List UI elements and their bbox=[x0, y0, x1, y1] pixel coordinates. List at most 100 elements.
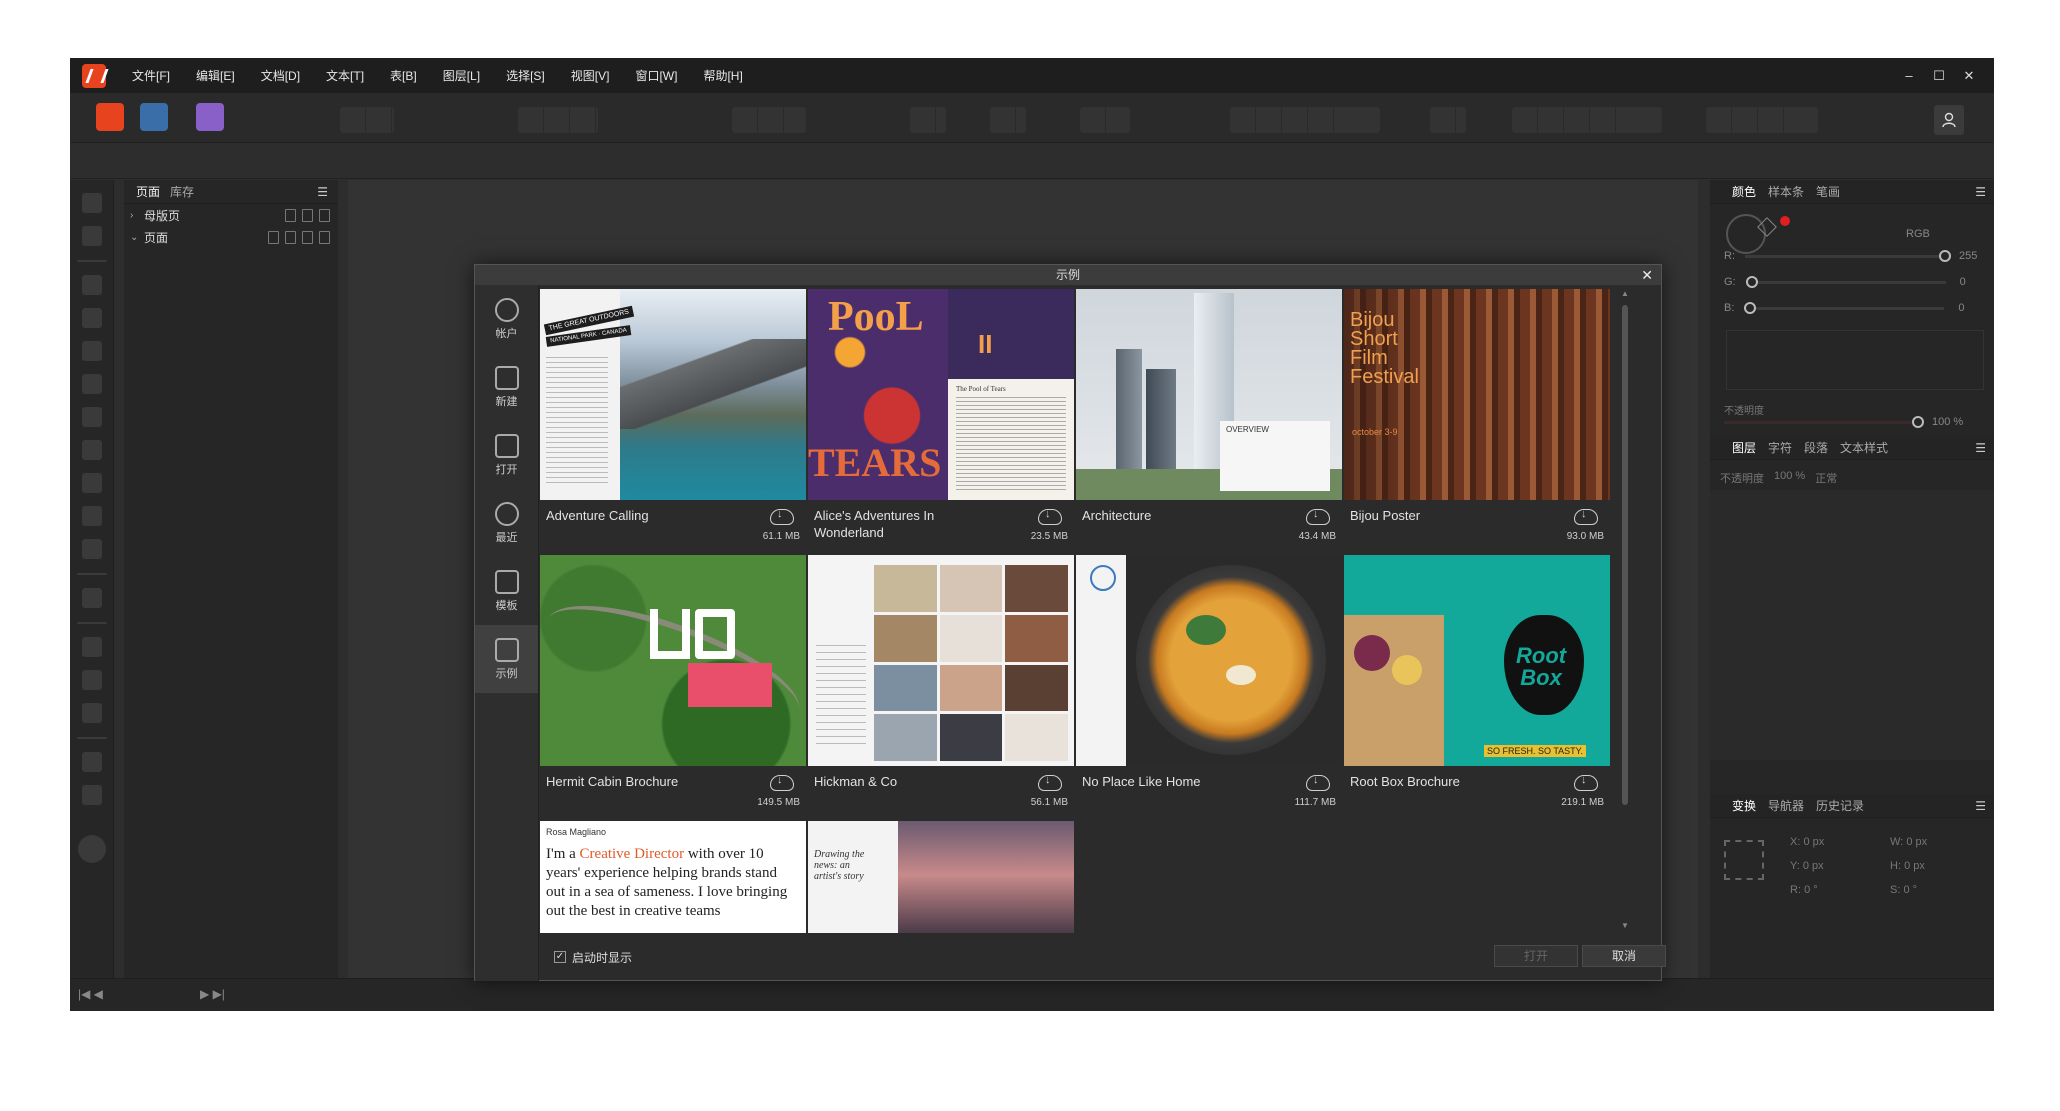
blue-slider[interactable]: B: 0 bbox=[1724, 300, 1965, 316]
tab-transform[interactable]: 变换 bbox=[1732, 797, 1756, 814]
duplicate-page-icon[interactable] bbox=[302, 208, 313, 222]
toolbar-group-1[interactable] bbox=[340, 107, 394, 133]
tab-layers[interactable]: 图层 bbox=[1732, 439, 1756, 456]
download-icon[interactable] bbox=[1038, 774, 1062, 791]
menu-text[interactable]: 文本[T] bbox=[326, 67, 364, 84]
frame-text-tool-icon[interactable] bbox=[81, 308, 102, 328]
download-icon[interactable] bbox=[1306, 774, 1330, 791]
panel-menu-icon[interactable]: ☰ bbox=[1975, 799, 1986, 813]
layers-list[interactable] bbox=[1710, 490, 1994, 760]
blend-mode-select[interactable]: 正常 bbox=[1815, 470, 1837, 486]
shear-field[interactable]: 0 ° bbox=[1903, 884, 1917, 896]
tab-color[interactable]: 颜色 bbox=[1732, 183, 1756, 200]
panel-menu-icon[interactable]: ☰ bbox=[1975, 441, 1986, 455]
tab-paragraph[interactable]: 段落 bbox=[1804, 439, 1828, 456]
fill-tool-icon[interactable] bbox=[81, 637, 102, 657]
download-icon[interactable] bbox=[1038, 508, 1062, 525]
menu-layer[interactable]: 图层[L] bbox=[443, 67, 480, 84]
sample-card-root-box[interactable]: Root Box SO FRESH. SO TASTY. Root Box Br… bbox=[1344, 555, 1610, 817]
sample-card-drawing-news[interactable]: Drawing the news: an artist's story bbox=[808, 821, 1074, 933]
pages-row[interactable]: ⌄ 页面 bbox=[124, 226, 338, 248]
chevron-down-icon[interactable]: ⌄ bbox=[130, 232, 144, 243]
toolbar-group-8[interactable] bbox=[1430, 107, 1466, 133]
maximize-button[interactable]: ☐ bbox=[1924, 68, 1954, 84]
menu-table[interactable]: 表[B] bbox=[390, 67, 417, 84]
blue-value[interactable]: 0 bbox=[1958, 302, 1964, 314]
download-icon[interactable] bbox=[1306, 508, 1330, 525]
node-tool-icon[interactable] bbox=[81, 226, 102, 246]
sidebar-item-recent[interactable]: 最近 bbox=[475, 489, 538, 557]
sample-card-alice[interactable]: PooL TEARS II The Pool of Tears Alice's … bbox=[808, 289, 1074, 551]
tab-character[interactable]: 字符 bbox=[1768, 439, 1792, 456]
tab-text-styles[interactable]: 文本样式 bbox=[1840, 439, 1888, 456]
table-tool-icon[interactable] bbox=[81, 275, 102, 295]
delete-page-icon[interactable] bbox=[319, 230, 330, 244]
menu-edit[interactable]: 编辑[E] bbox=[196, 67, 235, 84]
color-mode-select[interactable]: RGB bbox=[1906, 228, 1930, 240]
toolbar-group-10[interactable] bbox=[1706, 107, 1818, 133]
red-value[interactable]: 255 bbox=[1959, 250, 1977, 262]
tab-stroke[interactable]: 笔画 bbox=[1816, 183, 1840, 200]
pen-tool-icon[interactable] bbox=[81, 374, 102, 394]
place-image-tool-icon[interactable] bbox=[81, 539, 102, 559]
sidebar-item-samples[interactable]: 示例 bbox=[475, 625, 538, 693]
download-icon[interactable] bbox=[770, 774, 794, 791]
transparency-tool-icon[interactable] bbox=[81, 670, 102, 690]
toolbar-group-4[interactable] bbox=[910, 107, 946, 133]
sample-card-hermit-cabin[interactable]: Hermit Cabin Brochure 149.5 MB bbox=[540, 555, 806, 817]
download-icon[interactable] bbox=[1574, 774, 1598, 791]
menu-file[interactable]: 文件[F] bbox=[132, 67, 170, 84]
account-button[interactable] bbox=[1934, 105, 1964, 135]
duplicate-page-icon[interactable] bbox=[302, 230, 313, 244]
sample-card-bijou-poster[interactable]: Bijou Short Film Festival october 3-9 Bi… bbox=[1344, 289, 1610, 551]
delete-page-icon[interactable] bbox=[319, 208, 330, 222]
download-icon[interactable] bbox=[1574, 508, 1598, 525]
zoom-tool-icon[interactable] bbox=[81, 785, 102, 805]
opacity-slider[interactable]: 100 % bbox=[1724, 414, 1963, 430]
cancel-button[interactable]: 取消 bbox=[1582, 945, 1666, 967]
chevron-right-icon[interactable]: › bbox=[130, 210, 144, 221]
layer-opacity-select[interactable]: 100 % bbox=[1774, 470, 1805, 486]
hand-tool-icon[interactable] bbox=[81, 752, 102, 772]
scrollbar-thumb[interactable] bbox=[1622, 305, 1628, 805]
x-field[interactable]: 0 px bbox=[1803, 836, 1824, 848]
red-slider[interactable]: R: 255 bbox=[1724, 248, 1977, 264]
tab-navigator[interactable]: 导航器 bbox=[1768, 797, 1804, 814]
menu-select[interactable]: 选择[S] bbox=[506, 67, 545, 84]
opacity-value[interactable]: 100 % bbox=[1932, 416, 1963, 428]
first-page-icon[interactable]: |◀ ◀ bbox=[78, 987, 103, 1001]
close-window-button[interactable]: ✕ bbox=[1954, 68, 1984, 84]
next-page-icon[interactable]: ▶ ▶| bbox=[200, 987, 225, 1001]
menu-window[interactable]: 窗口[W] bbox=[635, 67, 677, 84]
download-icon[interactable] bbox=[770, 508, 794, 525]
toolbar-group-6[interactable] bbox=[1080, 107, 1130, 133]
minimize-button[interactable]: – bbox=[1894, 68, 1924, 83]
color-picker-tool-icon[interactable] bbox=[81, 703, 102, 723]
sample-card-hickman[interactable]: Hickman & Co 56.1 MB bbox=[808, 555, 1074, 817]
toolbar-group-9[interactable] bbox=[1512, 107, 1662, 133]
sidebar-item-new[interactable]: 新建 bbox=[475, 353, 538, 421]
tab-swatches[interactable]: 样本条 bbox=[1768, 183, 1804, 200]
picture-frame-tool-icon[interactable] bbox=[81, 440, 102, 460]
sample-card-architecture[interactable]: OVERVIEW Architecture 43.4 MB bbox=[1076, 289, 1342, 551]
menu-help[interactable]: 帮助[H] bbox=[703, 67, 742, 84]
sample-card-portfolio[interactable]: Rosa Magliano I'm a Creative Director wi… bbox=[540, 821, 806, 933]
add-page-icon[interactable] bbox=[285, 208, 296, 222]
sidebar-item-open[interactable]: 打开 bbox=[475, 421, 538, 489]
move-tool-icon[interactable] bbox=[81, 193, 102, 213]
toolbar-group-3[interactable] bbox=[732, 107, 806, 133]
width-field[interactable]: 0 px bbox=[1906, 836, 1927, 848]
page-options-icon[interactable] bbox=[268, 230, 279, 244]
sidebar-item-templates[interactable]: 模板 bbox=[475, 557, 538, 625]
toolbar-group-7[interactable] bbox=[1230, 107, 1380, 133]
green-value[interactable]: 0 bbox=[1960, 276, 1966, 288]
artistic-text-tool-icon[interactable] bbox=[81, 341, 102, 361]
open-button[interactable]: 打开 bbox=[1494, 945, 1578, 967]
color-wheel-icon[interactable] bbox=[77, 835, 106, 863]
tab-history[interactable]: 历史记录 bbox=[1816, 797, 1864, 814]
sample-card-no-place-like-home[interactable]: No Place Like Home 111.7 MB bbox=[1076, 555, 1342, 817]
panel-menu-icon[interactable]: ☰ bbox=[1975, 185, 1986, 199]
green-slider[interactable]: G: 0 bbox=[1724, 274, 1966, 290]
shape-tool-icon[interactable] bbox=[81, 506, 102, 526]
tab-pages[interactable]: 页面 bbox=[136, 183, 160, 200]
